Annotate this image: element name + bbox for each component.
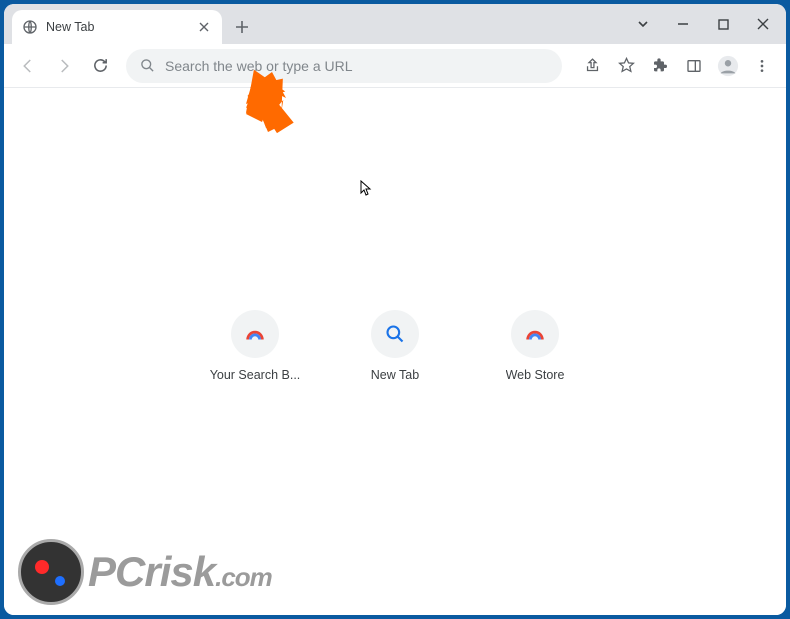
sidepanel-icon[interactable]: [678, 50, 710, 82]
shortcut-label: New Tab: [371, 368, 419, 382]
profile-avatar[interactable]: [712, 50, 744, 82]
cursor-icon: [360, 180, 372, 196]
shortcut-grid: Your Search B... New Tab Web Store: [205, 310, 585, 382]
window-controls: [626, 4, 780, 44]
globe-icon: [22, 19, 38, 35]
shortcut-icon-rainbow: [231, 310, 279, 358]
omnibox-input[interactable]: [165, 58, 548, 74]
tab-active[interactable]: New Tab: [12, 10, 222, 44]
content-area: Your Search B... New Tab Web Store: [4, 88, 786, 615]
toolbar-right: [572, 50, 778, 82]
shortcut-your-search[interactable]: Your Search B...: [205, 310, 305, 382]
shortcut-icon-rainbow: [511, 310, 559, 358]
tab-title: New Tab: [46, 20, 188, 34]
close-window-button[interactable]: [746, 9, 780, 39]
back-button[interactable]: [12, 50, 44, 82]
watermark-disc-icon: [18, 539, 84, 605]
shortcut-web-store[interactable]: Web Store: [485, 310, 585, 382]
close-tab-icon[interactable]: [196, 19, 212, 35]
chevron-down-icon[interactable]: [626, 9, 660, 39]
reload-button[interactable]: [84, 50, 116, 82]
shortcut-label: Web Store: [506, 368, 565, 382]
browser-window: New Tab: [4, 4, 786, 615]
watermark-text: PCrisk.com: [88, 548, 272, 596]
address-bar[interactable]: [126, 49, 562, 83]
watermark: PCrisk.com: [18, 539, 272, 605]
new-tab-button[interactable]: [228, 13, 256, 41]
search-icon: [140, 58, 155, 73]
forward-button[interactable]: [48, 50, 80, 82]
extensions-icon[interactable]: [644, 50, 676, 82]
toolbar: [4, 44, 786, 88]
maximize-button[interactable]: [706, 9, 740, 39]
minimize-button[interactable]: [666, 9, 700, 39]
shortcut-label: Your Search B...: [210, 368, 301, 382]
menu-icon[interactable]: [746, 50, 778, 82]
share-icon[interactable]: [576, 50, 608, 82]
bookmark-icon[interactable]: [610, 50, 642, 82]
tab-bar: New Tab: [4, 4, 786, 44]
shortcut-new-tab[interactable]: New Tab: [345, 310, 445, 382]
shortcut-icon-search: [371, 310, 419, 358]
